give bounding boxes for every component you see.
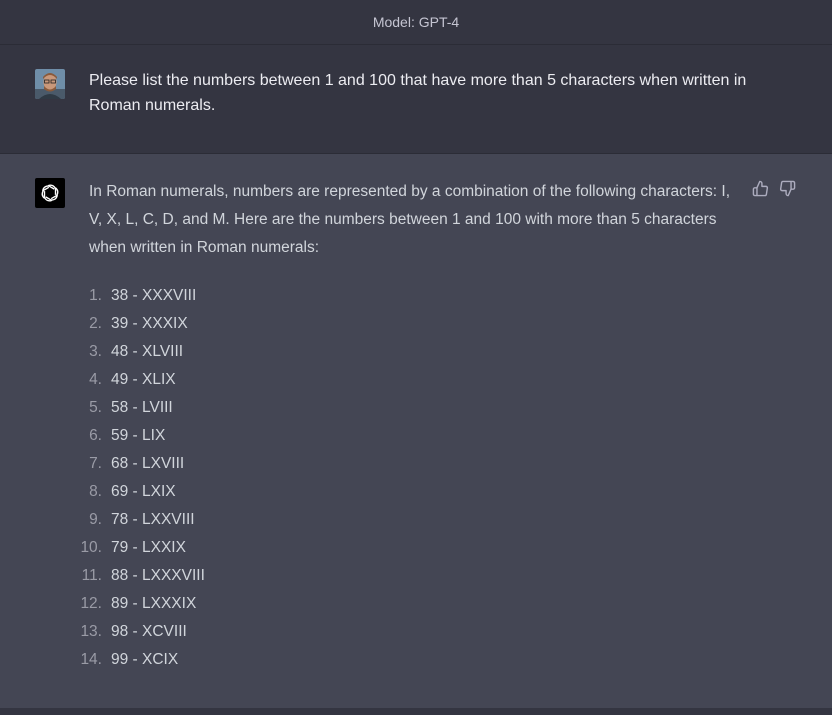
list-text: 58 - LVIII bbox=[111, 399, 173, 416]
list-number: 1. bbox=[89, 287, 102, 304]
list-text: 99 - XCIX bbox=[111, 651, 179, 668]
list-item: 3. 48 - XLVIII bbox=[72, 338, 205, 366]
openai-logo-icon bbox=[35, 178, 65, 208]
list-item: 2. 39 - XXXIX bbox=[72, 310, 205, 338]
feedback-buttons bbox=[752, 180, 796, 197]
list-item: 7. 68 - LXVIII bbox=[72, 450, 205, 478]
user-avatar bbox=[35, 69, 65, 99]
list-text: 98 - XCVIII bbox=[111, 623, 187, 640]
list-number: 5. bbox=[89, 399, 102, 416]
list-item: 10. 79 - LXXIX bbox=[72, 534, 205, 562]
list-item: 8. 69 - LXIX bbox=[72, 478, 205, 506]
list-text: 88 - LXXXVIII bbox=[111, 567, 205, 584]
assistant-intro-text: In Roman numerals, numbers are represent… bbox=[89, 183, 730, 256]
list-item: 6. 59 - LIX bbox=[72, 422, 205, 450]
list-item: 1. 38 - XXXVIII bbox=[72, 282, 205, 310]
list-number: 7. bbox=[89, 455, 102, 472]
list-text: 69 - LXIX bbox=[111, 483, 176, 500]
assistant-message-row: In Roman numerals, numbers are represent… bbox=[0, 154, 832, 708]
list-number: 3. bbox=[89, 343, 102, 360]
list-number: 6. bbox=[89, 427, 102, 444]
list-number: 8. bbox=[89, 483, 102, 500]
thumbs-down-icon[interactable] bbox=[779, 180, 796, 197]
list-text: 38 - XXXVIII bbox=[111, 287, 197, 304]
list-item: 4. 49 - XLIX bbox=[72, 366, 205, 394]
list-number: 11. bbox=[81, 567, 102, 584]
bottom-divider bbox=[0, 708, 832, 715]
list-number: 9. bbox=[89, 511, 102, 528]
list-number: 12. bbox=[80, 595, 102, 612]
list-number: 10. bbox=[80, 539, 102, 556]
roman-numeral-list: 1. 38 - XXXVIII 2. 39 - XXXIX 3. 48 - XLVII… bbox=[72, 282, 205, 674]
list-text: 39 - XXXIX bbox=[111, 315, 188, 332]
list-item: 12. 89 - LXXXIX bbox=[72, 590, 205, 618]
list-text: 89 - LXXXIX bbox=[111, 595, 197, 612]
list-item: 11. 88 - LXXXVIII bbox=[72, 562, 205, 590]
list-text: 78 - LXXVIII bbox=[111, 511, 195, 528]
list-number: 14. bbox=[80, 651, 102, 668]
list-item: 9. 78 - LXXVIII bbox=[72, 506, 205, 534]
list-text: 68 - LXVIII bbox=[111, 455, 185, 472]
list-number: 13. bbox=[80, 623, 102, 640]
list-item: 5. 58 - LVIII bbox=[72, 394, 205, 422]
list-number: 2. bbox=[89, 315, 102, 332]
user-message-text: Please list the numbers between 1 and 10… bbox=[89, 72, 747, 114]
list-text: 49 - XLIX bbox=[111, 371, 176, 388]
user-message-row: Please list the numbers between 1 and 10… bbox=[0, 45, 832, 154]
list-text: 48 - XLVIII bbox=[111, 343, 184, 360]
list-item: 13. 98 - XCVIII bbox=[72, 618, 205, 646]
list-text: 79 - LXXIX bbox=[111, 539, 186, 556]
list-item: 14. 99 - XCIX bbox=[72, 646, 205, 674]
list-text: 59 - LIX bbox=[111, 427, 166, 444]
model-label: Model: GPT-4 bbox=[372, 14, 460, 30]
list-number: 4. bbox=[89, 371, 102, 388]
top-bar: Model: GPT-4 bbox=[0, 0, 832, 45]
thumbs-up-icon[interactable] bbox=[752, 180, 769, 197]
